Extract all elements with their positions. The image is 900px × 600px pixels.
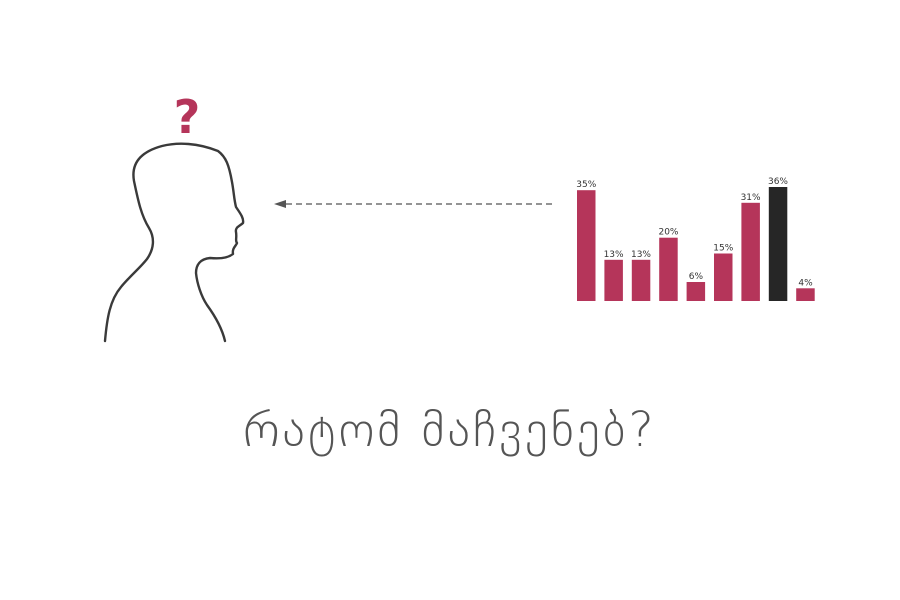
bar-label-7: 31%: [741, 193, 761, 203]
bar-5: [686, 282, 706, 301]
bar-4: [659, 237, 678, 301]
person-head-outline: [103, 142, 245, 343]
bar-3: [631, 259, 651, 301]
bar-label-9: 4%: [798, 278, 813, 288]
question-mark: ?: [174, 90, 201, 144]
bar-9: [796, 288, 815, 301]
bar-2: [604, 259, 623, 301]
bar-1: [577, 190, 596, 301]
bar-6: [714, 253, 733, 301]
bar-label-2: 13%: [604, 250, 624, 260]
arrow-head-icon: [274, 200, 286, 208]
bar-chart: 35% 13% 13% 20% 6% 15% 31% 36% 4%: [576, 177, 815, 301]
bar-label-8: 36%: [768, 177, 788, 187]
bar-label-6: 15%: [713, 244, 733, 254]
bar-label-3: 13%: [631, 250, 651, 260]
bar-label-5: 6%: [689, 272, 704, 282]
bar-7: [741, 202, 760, 301]
bar-8: [768, 187, 788, 301]
bar-label-1: 35%: [576, 180, 596, 190]
bar-label-4: 20%: [658, 228, 678, 238]
diagram-canvas: ? 35% 13% 13% 20% 6% 15% 31% 36% 4%: [103, 90, 815, 343]
caption-text: რატომ მაჩვენებ?: [243, 402, 657, 458]
